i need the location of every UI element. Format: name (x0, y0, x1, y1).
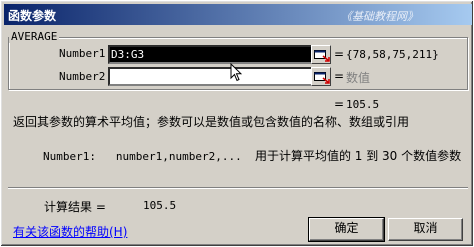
equals-sign: = (334, 47, 345, 61)
cancel-button[interactable]: 取消 (388, 218, 463, 241)
collapse-dialog-button-number1[interactable] (311, 45, 331, 64)
parameter-help: Number1: number1,number2,... 用于计算平均值的 1 … (43, 147, 461, 164)
function-help-link[interactable]: 有关该函数的帮助(H) (13, 223, 127, 240)
function-description: 返回其参数的算术平均值；参数可以是数值或包含数值的名称、数组或引用 (13, 115, 410, 129)
mouse-pointer-icon (230, 63, 242, 82)
equals-sign: = (334, 69, 345, 83)
calc-result-value: 105.5 (143, 199, 177, 212)
param-help-text: number1,number2,... (115, 150, 242, 163)
number2-result-hint: 数值 (346, 71, 371, 85)
param-help-desc: 用于计算平均值的 1 到 30 个数值参数 (254, 149, 462, 163)
window-title: 函数参数 (8, 9, 57, 23)
collapse-dialog-icon (314, 72, 330, 84)
function-name: AVERAGE (9, 30, 60, 43)
title-bar[interactable]: 函数参数 《基础教程网》 (4, 4, 472, 25)
calc-result-label: 计算结果 = (44, 200, 106, 214)
arg-label-number1: Number1 (59, 47, 106, 60)
separator (8, 187, 468, 189)
number2-input[interactable] (108, 67, 313, 86)
collapse-dialog-button-number2[interactable] (311, 67, 331, 86)
number1-result: {78,58,75,211} (346, 48, 439, 61)
function-arguments-dialog: 函数参数 《基础教程网》 AVERAGE Number1 D3:G3 = {78… (0, 0, 474, 247)
arg-label-number2: Number2 (59, 70, 106, 83)
number1-input[interactable]: D3:G3 (108, 45, 313, 64)
param-help-label: Number1: (43, 150, 96, 163)
equals-sign: = (334, 97, 345, 111)
ok-button[interactable]: 确定 (308, 217, 385, 242)
watermark: 《基础教程网》 (341, 10, 418, 23)
inline-result: 105.5 (346, 98, 380, 111)
collapse-dialog-icon (314, 50, 330, 62)
